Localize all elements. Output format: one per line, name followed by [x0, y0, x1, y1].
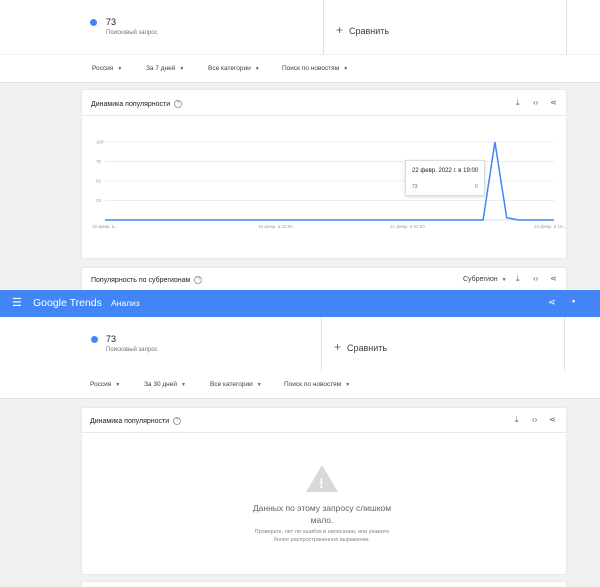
term-name: 73 [106, 334, 117, 344]
caret-down-icon: ▼ [115, 382, 121, 388]
term-type: Поисковый запрос [106, 347, 158, 353]
tooltip-value: 0 [475, 184, 478, 190]
subregion-select[interactable]: Субрегион ▼ [463, 276, 507, 283]
card-divider [566, 0, 567, 54]
app-logo[interactable]: Google Trends [33, 297, 102, 309]
x-tick-label: 21 февр. в 04:00 [390, 224, 425, 229]
embed-icon[interactable]: ‹› [533, 98, 538, 107]
next-panel [82, 582, 566, 587]
download-icon[interactable]: ⤓ [515, 415, 519, 425]
feedback-icon[interactable]: ▪ [572, 296, 575, 306]
top-filter-bar: Россия ▼ За 7 дней ▼ Все категории ▼ Поиск … [0, 55, 600, 83]
y-tick-label: 25 [96, 198, 102, 203]
caret-down-icon: ▼ [254, 66, 260, 72]
interest-over-time-panel: Динамика популярности? ⤓ ‹› ⋖ ! Данных п… [82, 408, 566, 574]
filter-region[interactable]: Россия ▼ [92, 65, 122, 72]
x-tick-label: 16 февр. в... [92, 224, 118, 229]
empty-state-hint: Проверьте, нет ли ошибок в написании, ил… [254, 529, 390, 543]
download-icon[interactable]: ⤓ [516, 98, 520, 108]
share-icon[interactable]: ⋖ [550, 98, 557, 107]
y-tick-label: 75 [96, 159, 102, 164]
plus-icon: + [334, 340, 342, 354]
help-icon[interactable]: ? [173, 417, 182, 425]
panel-divider [82, 115, 566, 116]
y-tick-label: 50 [96, 179, 102, 184]
subregion-panel: Популярность по субрегионам? Субрегион ▼ … [82, 268, 566, 290]
term-color-dot [91, 336, 98, 343]
chart-tooltip: 22 февр. 2022 г. в 19:00 73 0 [405, 160, 485, 196]
app-header: ☰ Google Trends Анализ ⋖ ▪ [0, 290, 600, 317]
filter-search-type[interactable]: Поиск по новостям ▼ [282, 65, 348, 72]
tooltip-date: 22 февр. 2022 г. в 19:00 [412, 168, 479, 174]
interest-chart: 100 75 50 25 16 февр. в... 18 февр. в 22:00 2… [92, 140, 566, 230]
caret-down-icon: ▼ [117, 66, 123, 72]
caret-down-icon: ▼ [256, 382, 262, 388]
filter-search-type[interactable]: Поиск по новостям ▼ [284, 381, 350, 388]
y-tick-label: 100 [96, 140, 104, 145]
panel-title: Динамика популярности? [90, 417, 182, 425]
share-icon[interactable]: ⋖ [549, 415, 556, 424]
compare-label: Сравнить [349, 26, 390, 36]
panel-title: Динамика популярности? [91, 100, 183, 108]
share-icon[interactable]: ⋖ [548, 297, 556, 308]
subregion-title: Популярность по субрегионам? [91, 276, 203, 284]
caret-down-icon: ▼ [343, 66, 349, 72]
filter-period[interactable]: За 30 дней ▼ [144, 381, 186, 388]
menu-icon[interactable]: ☰ [12, 296, 22, 309]
card-divider [564, 317, 565, 371]
compare-label: Сравнить [347, 343, 388, 353]
compare-button[interactable]: + Сравнить [334, 340, 387, 354]
filter-period[interactable]: За 7 дней ▼ [146, 65, 184, 72]
embed-icon[interactable]: ‹› [532, 415, 537, 424]
compare-button[interactable]: + Сравнить [336, 23, 389, 37]
empty-state-message: Данных по этому запросу слишком мало. [252, 503, 392, 525]
plus-icon: + [336, 23, 344, 37]
embed-icon[interactable]: ‹› [533, 274, 538, 283]
term-color-dot [90, 19, 97, 26]
caret-down-icon: ▼ [179, 66, 185, 72]
top-term-card[interactable]: 73 Поисковый запрос [82, 0, 324, 54]
filter-region[interactable]: Россия ▼ [90, 381, 120, 388]
term-name: 73 [106, 17, 117, 27]
bottom-term-card[interactable]: 73 Поисковый запрос [82, 317, 322, 371]
caret-down-icon: ▼ [501, 277, 507, 283]
filter-category[interactable]: Все категории ▼ [208, 65, 260, 72]
caret-down-icon: ▼ [345, 382, 351, 388]
bottom-filter-bar: Россия ▼ За 30 дней ▼ Все категории ▼ Поиск… [0, 371, 600, 399]
warning-icon-mark: ! [319, 475, 324, 491]
interest-over-time-panel: Динамика популярности? ⤓ ‹› ⋖ 100 75 50 25 … [82, 90, 566, 258]
section-title: Анализ [111, 298, 140, 308]
help-icon[interactable]: ? [174, 100, 183, 108]
filter-category[interactable]: Все категории ▼ [210, 381, 262, 388]
caret-down-icon: ▼ [181, 382, 186, 388]
help-icon[interactable]: ? [194, 276, 203, 284]
term-type: Поисковый запрос [106, 30, 158, 36]
x-tick-label: 23 февр. в 10... [534, 224, 566, 229]
tooltip-term: 73 [412, 184, 418, 190]
x-tick-label: 18 февр. в 22:00 [258, 224, 293, 229]
download-icon[interactable]: ⤓ [516, 274, 520, 284]
share-icon[interactable]: ⋖ [550, 274, 557, 283]
panel-divider [82, 432, 566, 433]
